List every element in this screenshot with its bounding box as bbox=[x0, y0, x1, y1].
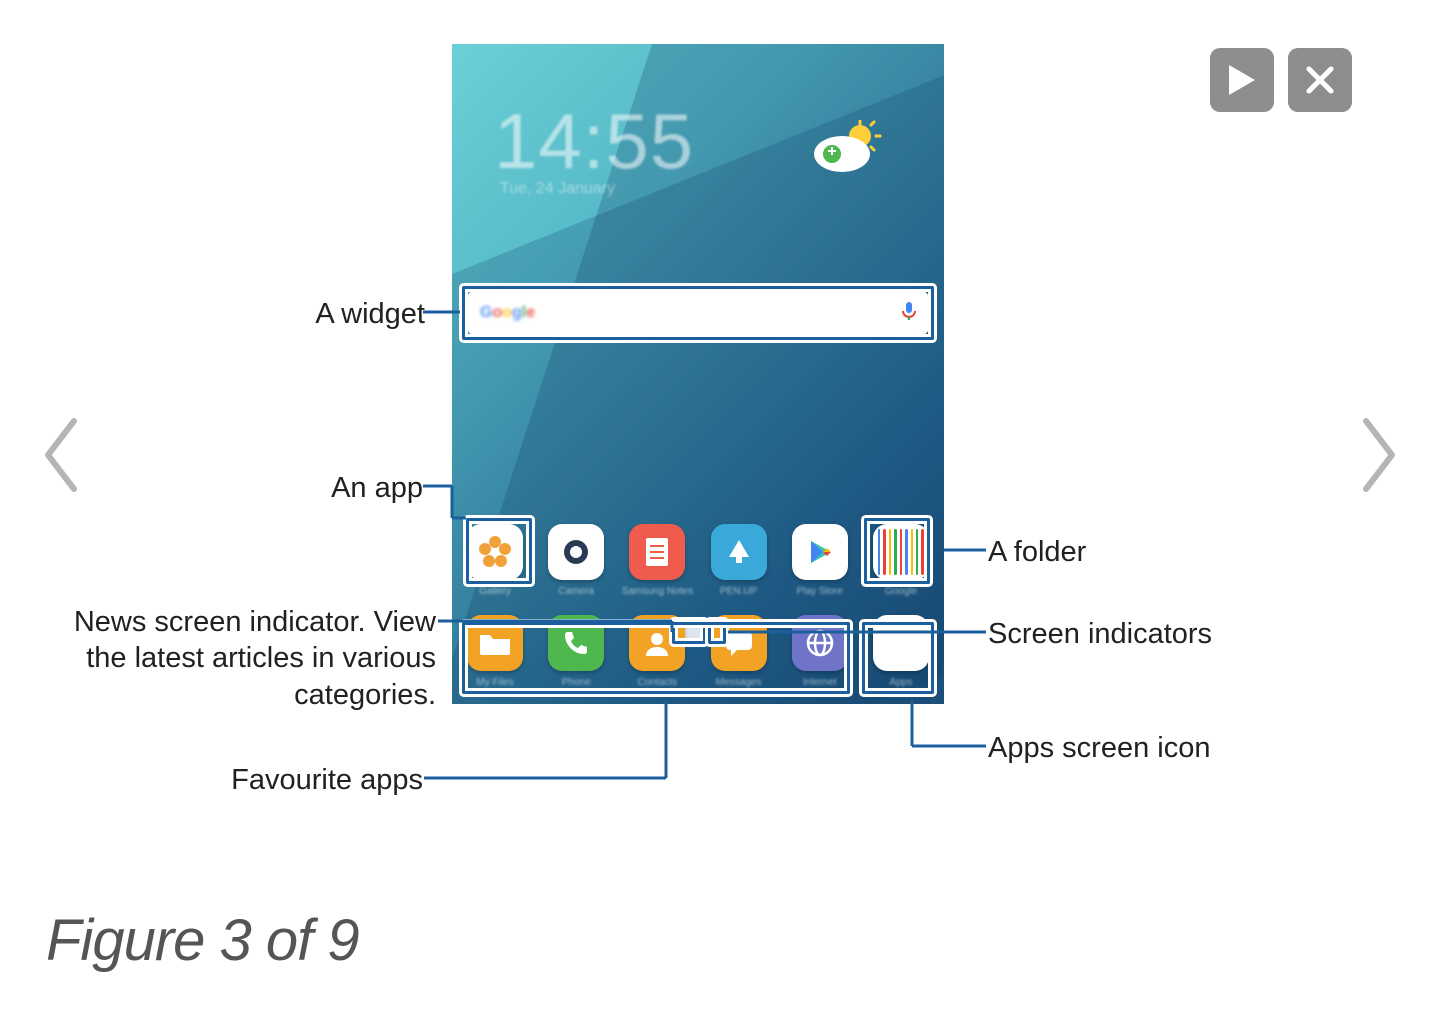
mic-icon[interactable] bbox=[902, 301, 916, 326]
app-camera[interactable]: Camera bbox=[547, 524, 605, 597]
callout-label-widget: A widget bbox=[285, 296, 425, 332]
google-logo: Google bbox=[480, 304, 535, 322]
dock-label: Phone bbox=[562, 677, 591, 688]
callout-label-favourite-apps: Favourite apps bbox=[203, 762, 423, 798]
app-label: PEN.UP bbox=[720, 586, 757, 597]
app-penup[interactable]: PEN.UP bbox=[710, 524, 768, 597]
figure-caption: Figure 3 of 9 bbox=[46, 907, 359, 974]
play-button[interactable] bbox=[1210, 48, 1274, 112]
dock-my-files[interactable]: My Files bbox=[466, 615, 524, 688]
close-button[interactable] bbox=[1288, 48, 1352, 112]
contacts-icon bbox=[642, 628, 672, 658]
dock-label: Internet bbox=[803, 677, 837, 688]
app-notes[interactable]: Samsung Notes bbox=[628, 524, 686, 597]
globe-icon bbox=[804, 627, 836, 659]
prev-button[interactable] bbox=[24, 400, 96, 510]
flower-icon bbox=[478, 535, 512, 569]
dock-phone[interactable]: Phone bbox=[547, 615, 605, 688]
next-button[interactable] bbox=[1344, 400, 1416, 510]
chevron-right-icon bbox=[1358, 415, 1402, 495]
camera-icon bbox=[559, 535, 593, 569]
dock-messages[interactable]: Messages bbox=[710, 615, 768, 688]
app-label: Google bbox=[885, 586, 917, 597]
messages-icon bbox=[723, 628, 755, 658]
dock-label: Apps bbox=[890, 677, 913, 688]
chevron-left-icon bbox=[38, 415, 82, 495]
callout-label-apps-screen-icon: Apps screen icon bbox=[988, 730, 1210, 766]
dock-label: Messages bbox=[716, 677, 762, 688]
app-label: Camera bbox=[558, 586, 594, 597]
dock-label: Contacts bbox=[638, 677, 677, 688]
app-folder-google[interactable]: Google bbox=[872, 524, 930, 597]
app-play-store[interactable]: Play Store bbox=[791, 524, 849, 597]
callout-label-app: An app bbox=[303, 470, 423, 506]
app-row: Gallery Camera Samsung Notes PEN.UP Play… bbox=[466, 524, 930, 597]
callout-label-folder: A folder bbox=[988, 534, 1086, 570]
folder-icon bbox=[478, 629, 512, 657]
phone-icon bbox=[561, 628, 591, 658]
dock-label: My Files bbox=[476, 677, 513, 688]
weather-widget bbox=[810, 120, 882, 181]
app-label: Gallery bbox=[479, 586, 511, 597]
app-label: Play Store bbox=[797, 586, 843, 597]
play-icon bbox=[1229, 65, 1255, 95]
folder-icon bbox=[873, 524, 929, 580]
apps-grid-icon bbox=[873, 615, 929, 671]
apps-screen-button[interactable]: Apps bbox=[872, 615, 930, 688]
callout-label-news-indicator: News screen indicator. View the latest a… bbox=[56, 604, 436, 713]
close-icon bbox=[1306, 66, 1334, 94]
tablet-home-screen: 14:55 Tue, 24 January Google Gallery bbox=[452, 44, 944, 704]
notes-icon bbox=[642, 534, 672, 570]
play-store-icon bbox=[805, 537, 835, 567]
penup-icon bbox=[724, 537, 754, 567]
clock-date: Tue, 24 January bbox=[500, 180, 615, 198]
weather-icon bbox=[810, 120, 882, 176]
viewer-controls bbox=[1210, 48, 1352, 112]
app-gallery[interactable]: Gallery bbox=[466, 524, 524, 597]
dock-contacts[interactable]: Contacts bbox=[628, 615, 686, 688]
favourites-dock: My Files Phone Contacts Messages Interne… bbox=[466, 615, 930, 688]
clock-time: 14:55 bbox=[494, 96, 694, 187]
dock-internet[interactable]: Internet bbox=[791, 615, 849, 688]
callout-label-screen-indicators: Screen indicators bbox=[988, 616, 1212, 652]
app-label: Samsung Notes bbox=[622, 586, 693, 597]
search-widget[interactable]: Google bbox=[468, 292, 928, 334]
